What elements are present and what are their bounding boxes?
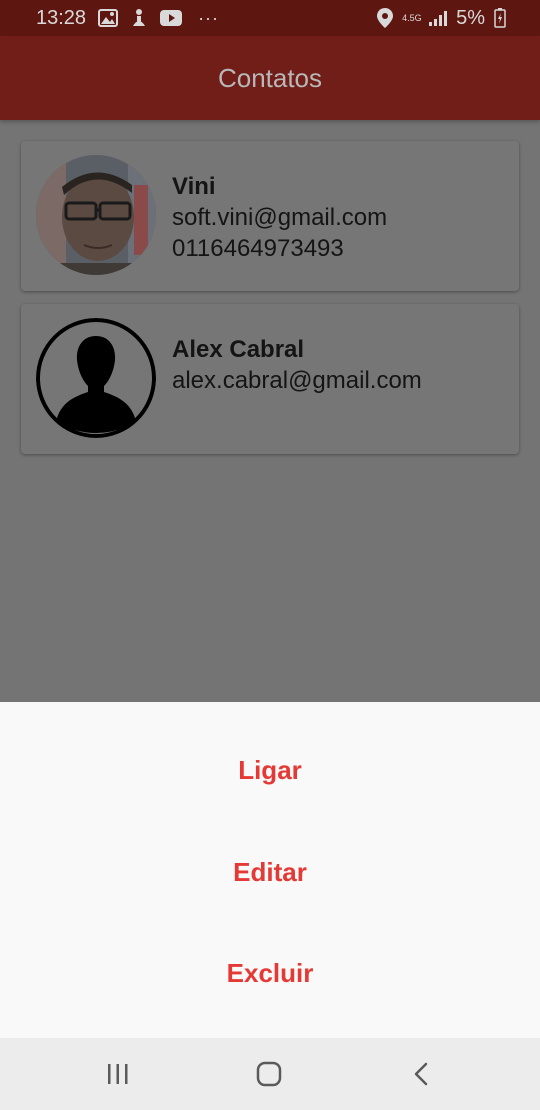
contact-info: Alex Cabral alex.cabral@gmail.com	[172, 318, 422, 396]
contact-phone: 0116464973493	[172, 235, 344, 262]
delete-button[interactable]: Excluir	[0, 943, 540, 1003]
notification-icon	[130, 8, 148, 28]
contact-list: Vini soft.vini@gmail.com 0116464973493 A…	[21, 141, 519, 467]
bottom-sheet: Ligar Editar Excluir	[0, 702, 540, 1038]
youtube-icon	[160, 10, 183, 26]
battery-icon	[494, 8, 506, 28]
status-time: 13:28	[36, 6, 87, 29]
contact-email: soft.vini@gmail.com	[172, 204, 388, 231]
avatar	[36, 155, 156, 275]
back-icon[interactable]	[400, 1060, 440, 1090]
nav-bar	[0, 1038, 540, 1110]
status-bar: 13:28 ··· 4.5G 5%	[0, 0, 540, 36]
location-icon	[377, 8, 394, 28]
contact-card[interactable]: Vini soft.vini@gmail.com 0116464973493	[21, 141, 519, 291]
contact-name: Vini	[172, 173, 216, 200]
contact-name: Alex Cabral	[172, 336, 305, 363]
signal-icon	[429, 10, 448, 26]
contact-info: Vini soft.vini@gmail.com 0116464973493	[172, 155, 387, 264]
home-icon[interactable]	[249, 1060, 289, 1090]
contact-email: alex.cabral@gmail.com	[172, 367, 422, 394]
edit-button[interactable]: Editar	[0, 842, 540, 902]
page-title: Contatos	[217, 62, 323, 93]
network-type: 4.5G	[402, 12, 422, 23]
recent-apps-icon[interactable]	[98, 1060, 138, 1090]
call-button[interactable]: Ligar	[0, 740, 540, 800]
battery-percent: 5%	[456, 6, 485, 29]
more-notifications: ···	[198, 7, 220, 28]
image-icon	[98, 9, 119, 27]
person-silhouette-icon	[36, 318, 156, 438]
app-bar: Contatos	[0, 36, 540, 120]
contact-card[interactable]: Alex Cabral alex.cabral@gmail.com	[21, 304, 519, 454]
